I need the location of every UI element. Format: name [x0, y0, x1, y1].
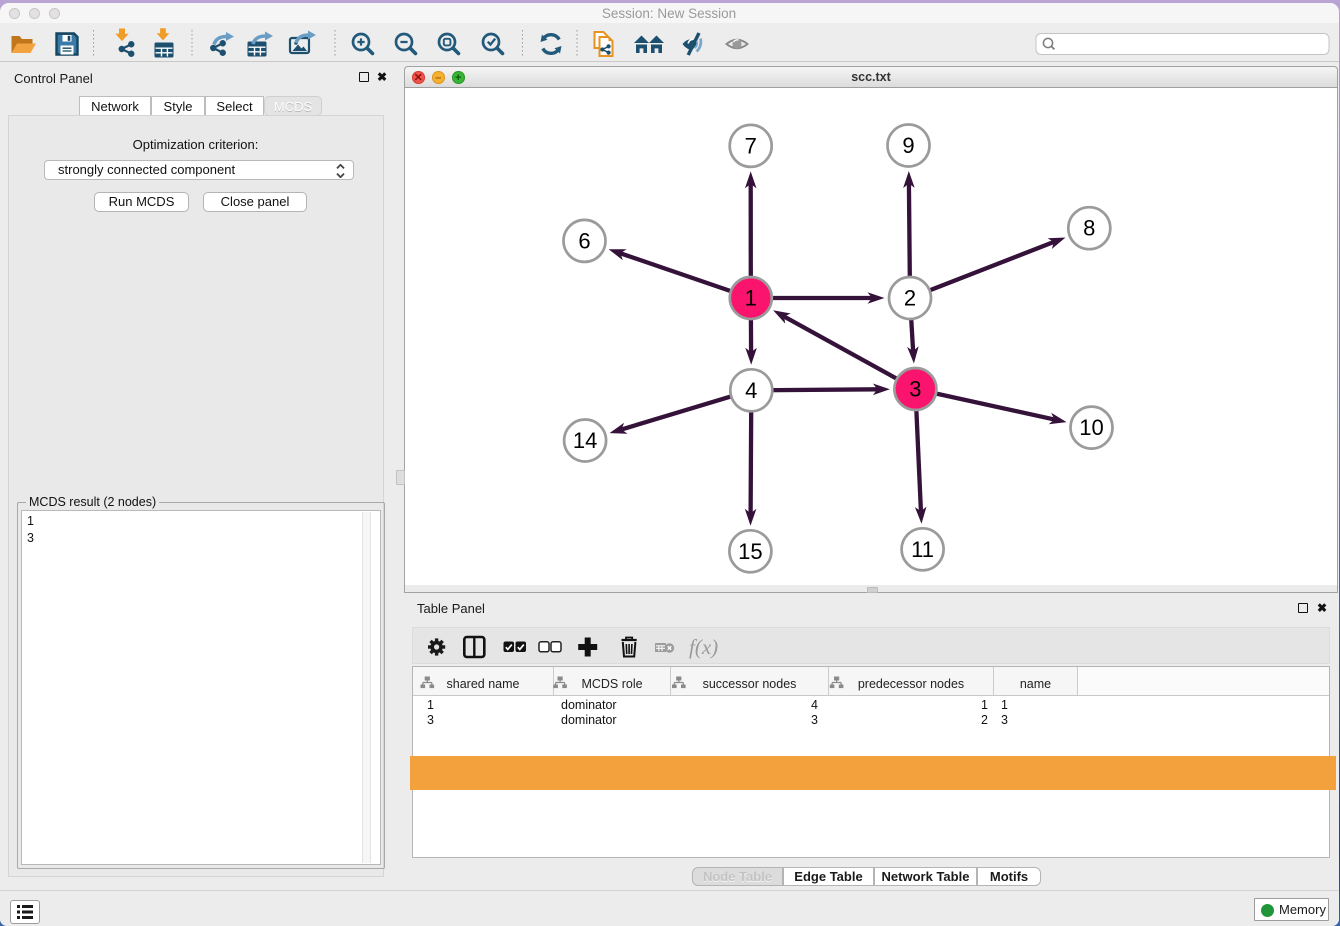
svg-text:14: 14: [573, 428, 597, 453]
svg-text:f(x): f(x): [689, 635, 718, 659]
svg-text:4: 4: [745, 378, 757, 403]
svg-text:2: 2: [904, 286, 916, 311]
svg-text:6: 6: [578, 228, 590, 253]
svg-text:9: 9: [902, 133, 914, 158]
svg-text:1: 1: [745, 286, 757, 311]
svg-text:8: 8: [1083, 216, 1095, 241]
svg-text:7: 7: [745, 133, 757, 158]
svg-text:15: 15: [738, 539, 762, 564]
svg-text:3: 3: [909, 377, 921, 402]
svg-text:10: 10: [1079, 415, 1103, 440]
svg-text:11: 11: [911, 537, 934, 562]
